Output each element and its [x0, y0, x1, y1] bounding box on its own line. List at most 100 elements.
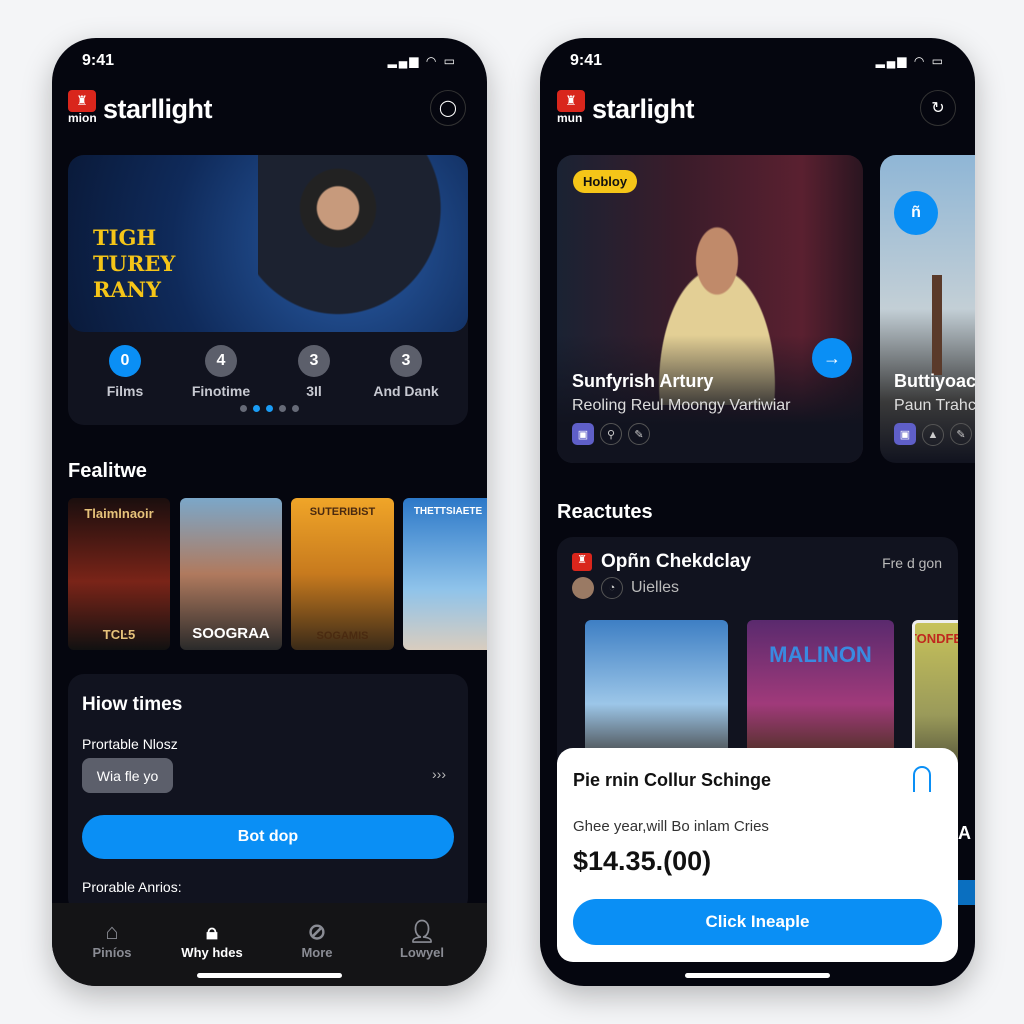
avatar[interactable] — [572, 577, 594, 599]
status-time: 9:41 — [82, 52, 115, 69]
poster-1[interactable]: Tlaimlnaoir TCĿ5 — [68, 498, 170, 650]
rating-icon[interactable]: ✎ — [628, 423, 650, 445]
status-time: 9:41 — [570, 52, 603, 69]
chat-button[interactable]: ◯ — [430, 90, 466, 126]
card-badge: Hobloy — [573, 170, 638, 193]
home-indicator — [197, 973, 342, 978]
showtimes-label: Prortable Nlosz — [82, 736, 178, 752]
brand-name: starlight — [592, 94, 695, 124]
stat-showtime[interactable]: 4 Finotime — [176, 345, 266, 399]
page-dot[interactable] — [279, 405, 286, 412]
card-subtitle: Paun Trahc — [894, 397, 975, 414]
list-subtitle: Uielles — [631, 579, 680, 596]
stat-value: 3 — [298, 345, 330, 377]
poster-title: SOOGRAA — [192, 625, 270, 642]
chat-icon: ◯ — [439, 100, 457, 117]
stat-value: 0 — [109, 345, 141, 377]
stat-label: 3Il — [306, 383, 322, 399]
stat-value: 3 — [390, 345, 422, 377]
list-logo-icon: ♜ — [572, 553, 592, 571]
stat-dank[interactable]: 3 And Dank — [361, 345, 451, 399]
hero-image[interactable]: TIGH TUREY RANY — [68, 155, 468, 332]
arrow-right-icon: → — [823, 347, 841, 368]
poster-sub: SOGAMIS — [316, 630, 369, 642]
page-dot[interactable] — [240, 405, 247, 412]
poster-4[interactable]: THETTSIAETE — [403, 498, 487, 650]
clock-icon: ◔ — [601, 577, 629, 599]
stat-label: Finotime — [191, 383, 251, 399]
poster-title: Tlaimlnaoir — [84, 506, 154, 521]
tab-profile[interactable]: 👤︎ Lowyel — [377, 919, 467, 960]
home-icon: ñ — [911, 204, 921, 221]
account-icon[interactable] — [913, 766, 931, 792]
refresh-button[interactable]: ↻ — [920, 90, 956, 126]
poster-title: SUTERIBIST — [309, 506, 376, 518]
stat-3[interactable]: 3 3Il — [269, 345, 359, 399]
home-indicator — [685, 973, 830, 978]
arrow-right-button[interactable]: → — [812, 338, 852, 378]
refresh-icon: ↻ — [931, 100, 945, 117]
app-logo: ♜ mion — [68, 90, 97, 126]
logo-icon: ♜ — [557, 90, 585, 112]
list-poster-2[interactable]: MALINON — [747, 620, 894, 760]
more-arrows-icon[interactable]: ››› — [432, 766, 446, 782]
logo-icon: ♜ — [68, 90, 96, 112]
bookmark-icon[interactable]: ▣ — [894, 423, 916, 445]
hero-card: TIGH TUREY RANY 0 Films 4 Finotime 3 3Il 3A… — [68, 155, 468, 425]
page-dot-active[interactable] — [253, 405, 260, 412]
peek-button — [958, 880, 975, 905]
poster-2[interactable]: SOOGRAA — [180, 498, 282, 650]
logo-text: mion — [68, 111, 97, 125]
tower-image — [932, 275, 942, 375]
mountain-icon[interactable]: ▲ — [922, 423, 944, 446]
card-icons: ▣ ⚲ ✎ — [572, 423, 656, 445]
movie-card-2[interactable]: ñ Buttiyoac Paun Trahc ▣ ▲ ✎ — [880, 155, 975, 463]
featured-title: Fealitwe — [68, 460, 147, 482]
popup-body: Ghee year,will Bo inlam Cries — [573, 818, 769, 835]
peek-text: A — [958, 823, 971, 843]
tab-lock[interactable]: 🔒︎ Why hdes — [167, 919, 257, 960]
brand-name: starllight — [103, 94, 213, 124]
status-icons: ▂▄▆ ◠ ▭ — [875, 54, 945, 68]
book-button[interactable]: Bot dop — [82, 815, 454, 859]
popup-price: $14.35.(00) — [573, 846, 712, 876]
showtimes-title: Hiow times — [82, 694, 183, 715]
card-title: Sunfyrish Artury — [572, 371, 714, 391]
page-dot-active[interactable] — [266, 405, 273, 412]
tab-home[interactable]: ⌂ Piníos — [67, 919, 157, 960]
bookmark-icon[interactable]: ▣ — [572, 423, 594, 445]
tab-label: Piníos — [92, 945, 132, 960]
stat-value: 4 — [205, 345, 237, 377]
location-icon[interactable]: ⚲ — [600, 423, 622, 445]
movie-card-1[interactable]: Hobloy → Sunfyrish Artury Reoling Reul M… — [557, 155, 863, 463]
page-dot[interactable] — [292, 405, 299, 412]
purchase-popup: Pie rnin Collur Schinge Ghee year,will B… — [557, 748, 958, 962]
home-button[interactable]: ñ — [894, 191, 938, 235]
hero-actor-image — [258, 155, 458, 332]
home-icon: ⌂ — [105, 919, 119, 944]
tab-more[interactable]: ⊘ More — [272, 919, 362, 960]
showtime-chip[interactable]: Wia fle yo — [82, 758, 173, 793]
list-side-link[interactable]: Fre d gon — [882, 555, 942, 571]
popup-title: Pie rnin Collur Schinge — [573, 770, 772, 790]
popup-action-button[interactable]: Click Ineaple — [573, 899, 942, 945]
showtimes-card: Hiow times Prortable Nlosz Wia fle yo ››… — [68, 674, 468, 914]
list-poster-1[interactable] — [585, 620, 728, 760]
stat-label: Films — [106, 383, 144, 399]
app-logo: ♜ mun — [557, 90, 585, 126]
card-title: Buttiyoac — [894, 371, 975, 391]
hero-title: TIGH TUREY RANY — [93, 225, 176, 302]
list-title: Opñn Chekdclay — [601, 551, 751, 572]
stat-label: And Dank — [373, 383, 439, 399]
rating-icon[interactable]: ✎ — [950, 423, 972, 445]
phone-left: 9:41 ▂▄▆ ◠ ▭ ♜ mion starllight ◯ TIGH TUR… — [52, 38, 487, 986]
profile-icon: 👤︎ — [408, 919, 436, 944]
stat-films[interactable]: 0 Films — [80, 345, 170, 399]
poster-3[interactable]: SUTERIBIST SOGAMIS — [291, 498, 394, 650]
poster-title: TONDFEIN — [912, 631, 958, 646]
logo-text: mun — [557, 111, 583, 125]
tab-label: Lowyel — [399, 945, 445, 960]
status-icons: ▂▄▆ ◠ ▭ — [387, 54, 457, 68]
poster-sub: TCĿ5 — [102, 627, 136, 642]
section-title: Reactutes — [557, 501, 653, 523]
